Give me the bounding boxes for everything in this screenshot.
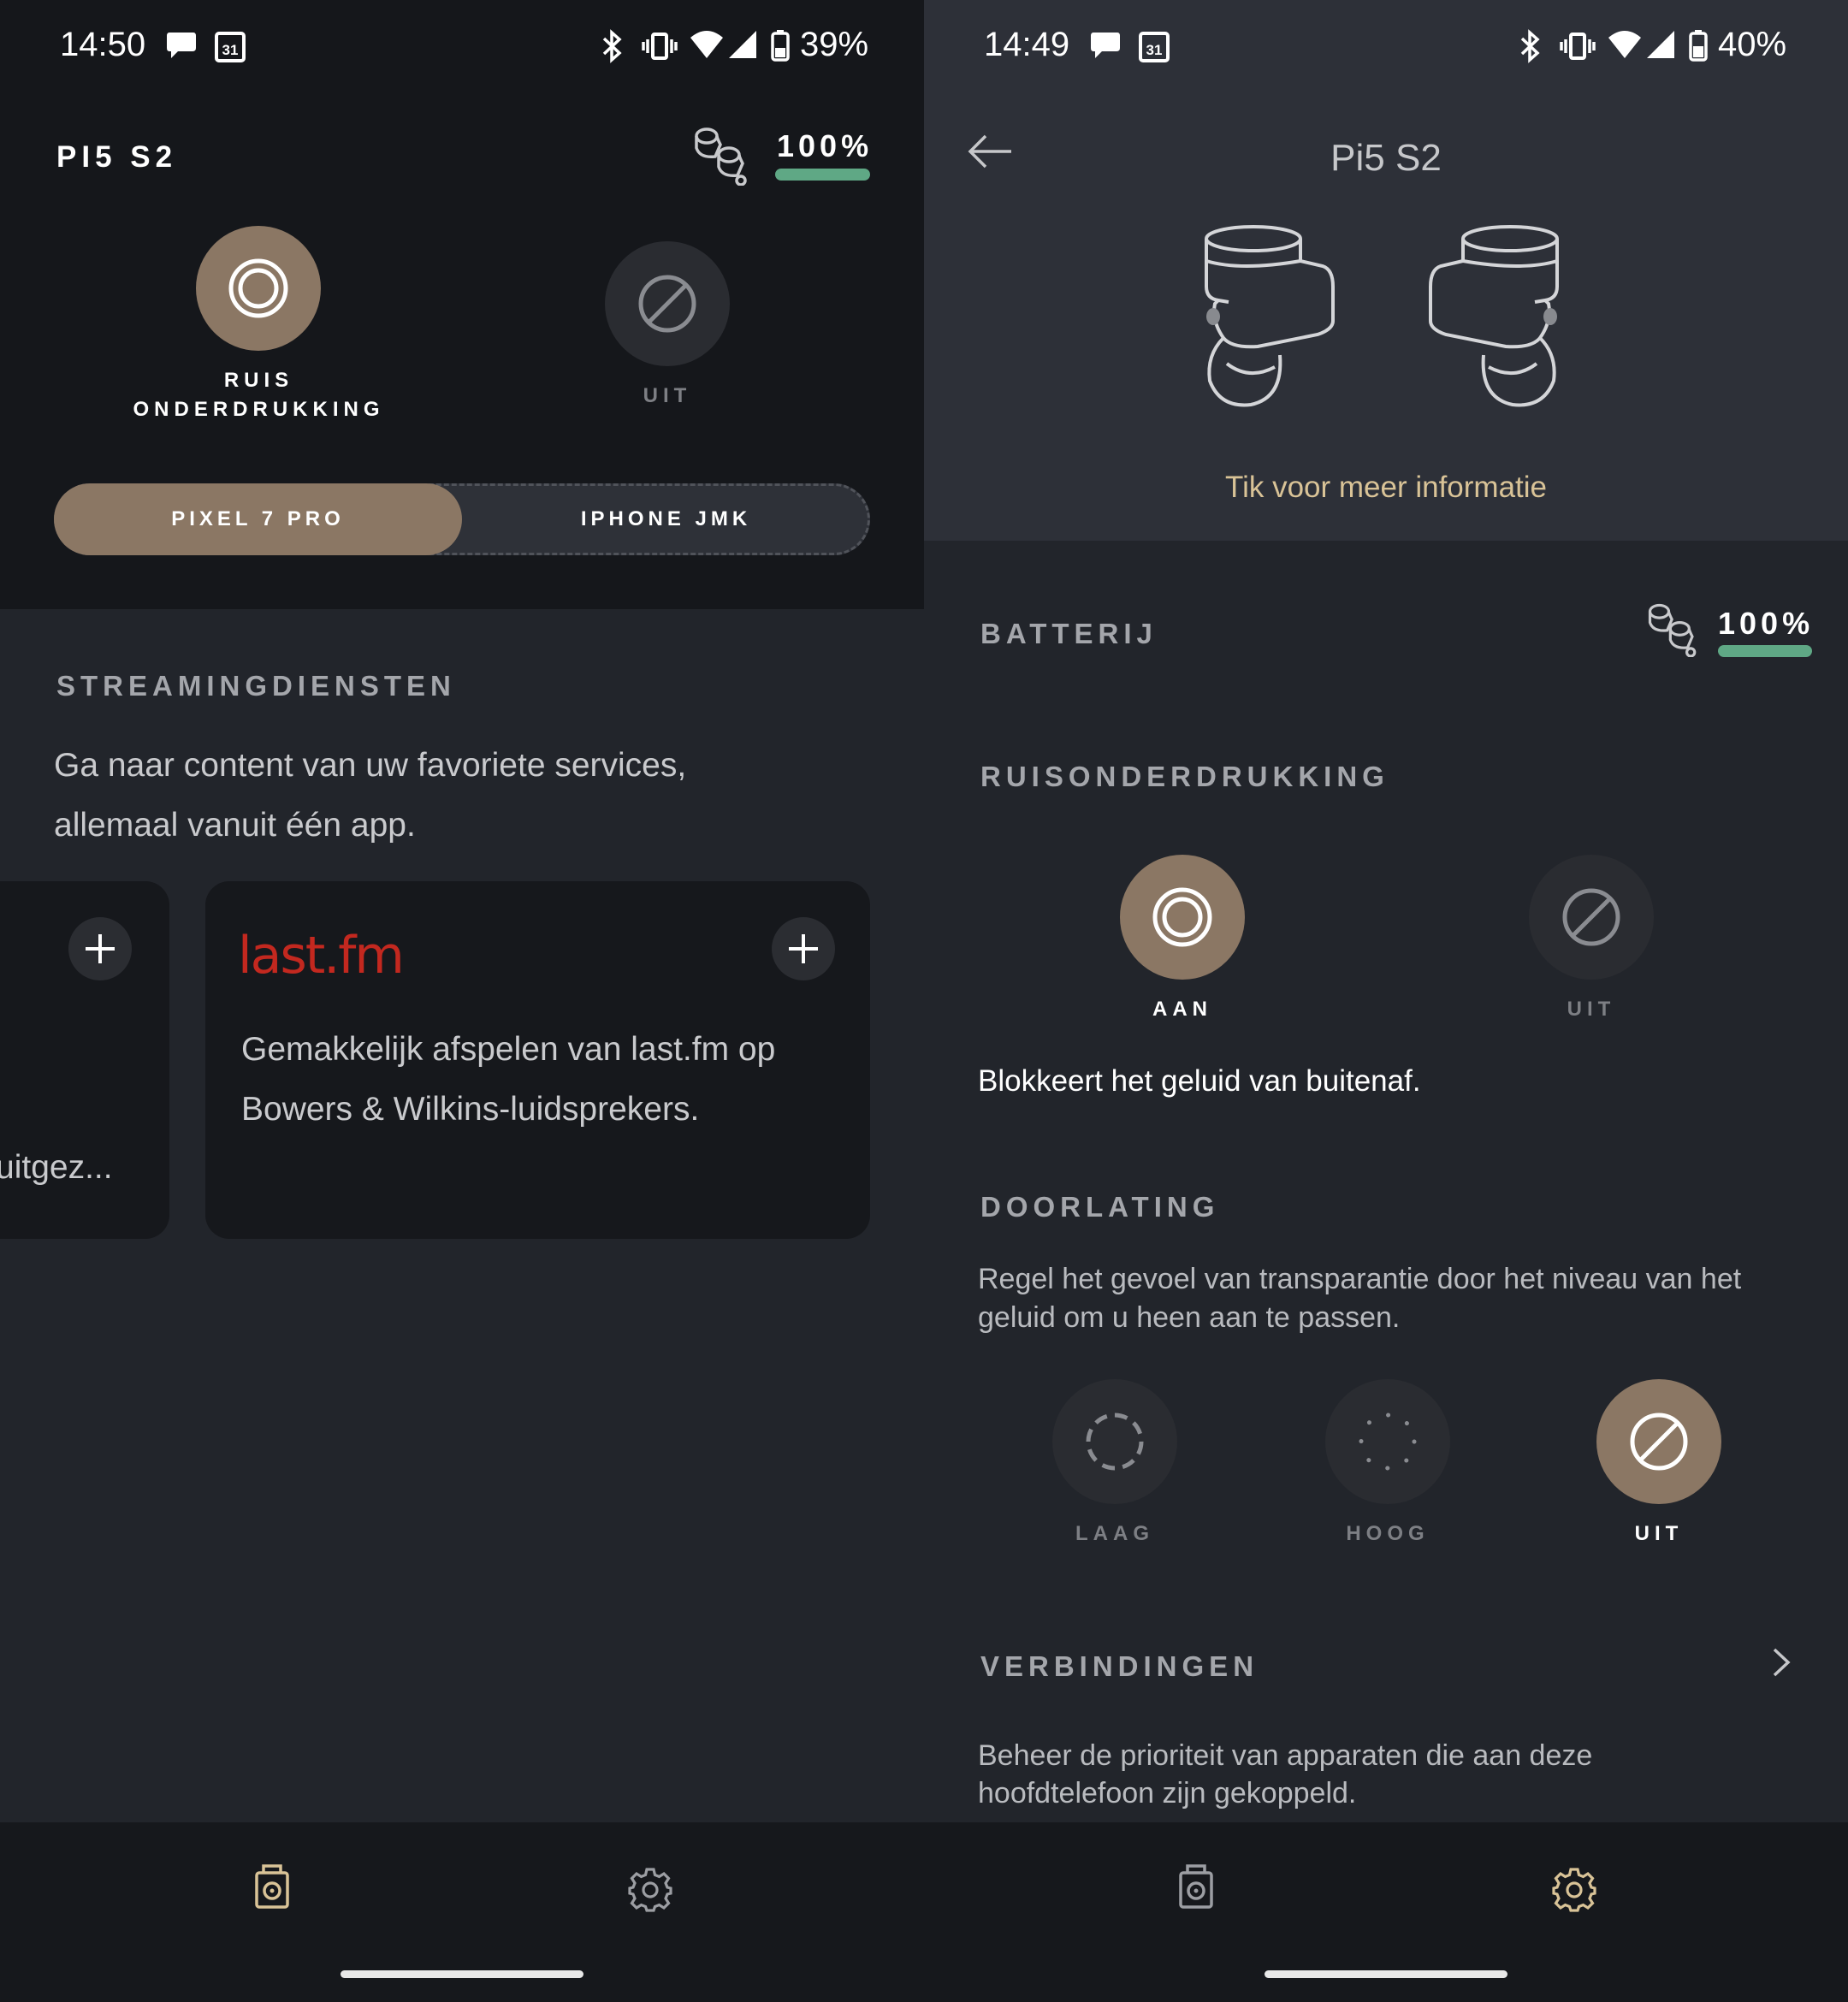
signal-icon [727, 29, 758, 64]
lastfm-card[interactable]: last.fm Gemakkelijk afspelen van last.fm… [205, 881, 870, 1239]
streaming-description-line-1: Ga naar content van uw favoriete service… [54, 747, 687, 784]
anc-on-button[interactable] [1120, 855, 1245, 980]
chat-icon [1088, 29, 1122, 66]
plus-icon [86, 934, 115, 963]
wifi-icon [690, 29, 724, 64]
lastfm-logo: last.fm [238, 926, 405, 986]
device-header: 14:50 31 39% PI5 S2 100% RUIS ONDERDRUKK… [0, 0, 924, 609]
status-time: 14:50 [60, 26, 146, 63]
earbuds-icon [691, 122, 753, 190]
passthrough-off-button[interactable] [1596, 1379, 1721, 1504]
anc-off-label: UIT [1567, 998, 1616, 1021]
anc-off-button[interactable] [1529, 855, 1654, 980]
home-indicator[interactable] [1265, 1970, 1507, 1978]
status-battery: 39% [800, 26, 869, 63]
gear-icon [1552, 1868, 1596, 1912]
lastfm-card-text-line-1: Gemakkelijk afspelen van last.fm op [241, 1031, 776, 1068]
bottom-navigation [0, 1822, 924, 2002]
streaming-description-line-2: allemaal vanuit één app. [54, 807, 416, 844]
nav-settings-button[interactable] [627, 1867, 673, 1917]
signal-icon [1645, 29, 1676, 64]
anc-description: Blokkeert het geluid van buitenaf. [978, 1064, 1421, 1098]
passthrough-high-label: HOOG [1346, 1522, 1430, 1545]
off-icon [638, 275, 696, 333]
calendar-icon: 31 [1138, 29, 1170, 68]
battery-status-icon [1688, 29, 1709, 66]
lastfm-card-text-line-2: Bowers & Wilkins-luidsprekers. [241, 1091, 700, 1128]
off-icon [1630, 1413, 1688, 1471]
battery-level-bar [775, 169, 870, 181]
passthrough-title: DOORLATING [980, 1191, 1220, 1223]
passthrough-low-button[interactable] [1052, 1379, 1177, 1504]
battery-level-bar [1718, 645, 1812, 657]
passthrough-low-label: LAAG [1075, 1522, 1154, 1545]
chat-icon [164, 29, 198, 66]
plus-icon [789, 934, 818, 963]
source-pixel-7-pro[interactable]: PIXEL 7 PRO [54, 483, 462, 555]
add-lastfm-button[interactable] [772, 917, 835, 980]
off-icon [1562, 888, 1620, 946]
passthrough-high-button[interactable] [1325, 1379, 1450, 1504]
noise-cancelling-label: RUIS ONDERDRUKKING [133, 369, 385, 421]
noise-cancelling-icon [228, 258, 288, 318]
noise-cancelling-button[interactable] [196, 226, 321, 351]
nav-device-button[interactable] [253, 1863, 291, 1915]
nav-settings-button[interactable] [1551, 1867, 1597, 1917]
svg-text:31: 31 [1146, 42, 1163, 58]
earbuds-icon [1645, 599, 1702, 661]
battery-percentage: 100% [777, 128, 874, 163]
device-title: PI5 S2 [56, 140, 178, 174]
passthrough-description-line-1: Regel het gevoel van transparantie door … [978, 1263, 1742, 1295]
bluetooth-icon [599, 29, 626, 68]
wifi-icon [1608, 29, 1642, 64]
anc-off-label: UIT [643, 384, 692, 407]
passthrough-description-line-2: geluid om u heen aan te passen. [978, 1301, 1401, 1334]
battery-percentage: 100% [1718, 606, 1815, 641]
vibrate-icon [642, 29, 678, 68]
right-screen: 14:49 31 40% Pi5 S2 Tik voor meer inform… [924, 0, 1848, 2002]
chevron-right-icon [1771, 1646, 1792, 1683]
anc-title: RUISONDERDRUKKING [980, 761, 1389, 792]
passthrough-high-icon [1359, 1413, 1417, 1471]
vibrate-icon [1560, 29, 1596, 68]
status-bar: 14:50 31 39% [0, 0, 924, 94]
status-bar: 14:49 31 40% [924, 0, 1848, 94]
bluetooth-icon [1517, 29, 1544, 68]
status-time: 14:49 [984, 26, 1070, 63]
product-header: 14:49 31 40% Pi5 S2 Tik voor meer inform… [924, 0, 1848, 541]
gear-icon [628, 1868, 672, 1912]
battery-status-icon [770, 29, 791, 66]
anc-on-label: AAN [1152, 998, 1212, 1021]
left-screen: 14:50 31 39% PI5 S2 100% RUIS ONDERDRUKK… [0, 0, 924, 2002]
connections-description-line-2: hoofdtelefoon zijn gekoppeld. [978, 1777, 1357, 1810]
svg-text:31: 31 [222, 42, 239, 58]
partial-card-text: uitgez... [0, 1149, 113, 1186]
page-title: Pi5 S2 [1330, 137, 1442, 179]
device-icon [255, 1864, 289, 1909]
connections-title: VERBINDINGEN [980, 1650, 1259, 1682]
status-battery: 40% [1718, 26, 1787, 63]
add-service-button[interactable] [68, 917, 132, 980]
noise-cancelling-icon [1152, 887, 1212, 947]
service-card-partial[interactable]: uitgez... [0, 881, 169, 1239]
battery-title: BATTERIJ [980, 618, 1158, 649]
source-iphone-jmk[interactable]: IPHONE JMK [462, 483, 870, 555]
home-indicator[interactable] [341, 1970, 583, 1978]
bottom-navigation [924, 1822, 1848, 2002]
earbuds-image[interactable] [1189, 218, 1583, 419]
more-info-link[interactable]: Tik voor meer informatie [924, 471, 1848, 505]
passthrough-off-label: UIT [1634, 1522, 1684, 1545]
nav-device-button[interactable] [1177, 1863, 1215, 1915]
passthrough-low-icon [1086, 1413, 1144, 1471]
connections-description-line-1: Beheer de prioriteit van apparaten die a… [978, 1739, 1593, 1772]
calendar-icon: 31 [214, 29, 246, 68]
streaming-title: STREAMINGDIENSTEN [56, 670, 456, 702]
anc-off-button[interactable] [605, 241, 730, 366]
device-icon [1179, 1864, 1213, 1909]
